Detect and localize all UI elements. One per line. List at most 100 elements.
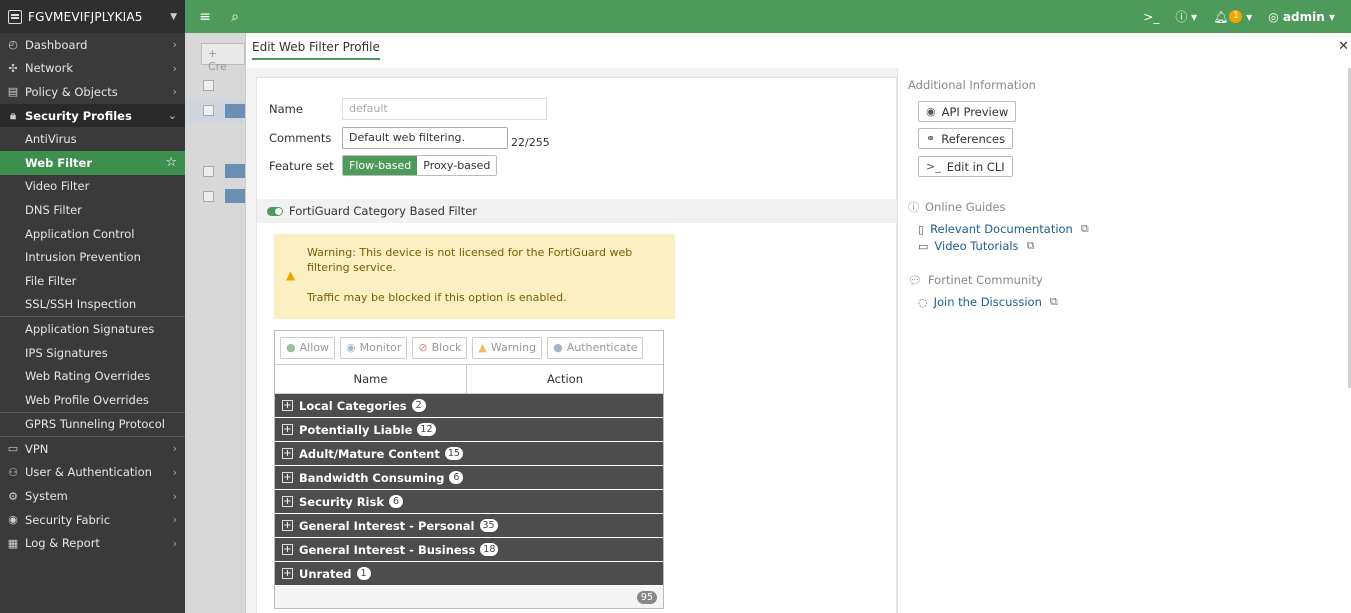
sidebar-item-network[interactable]: ✣ Network › <box>0 57 185 81</box>
user-menu[interactable]: ◎ admin ▾ <box>1268 10 1335 24</box>
create-new-button[interactable]: + Cre <box>201 43 245 73</box>
user-circle-icon: ◎ <box>1268 9 1283 24</box>
cli-console-icon[interactable]: >_ <box>1143 10 1159 24</box>
sidebar-item-ips-signatures[interactable]: IPS Signatures <box>0 341 185 365</box>
expand-icon[interactable]: + <box>282 448 293 459</box>
online-guides-header: ⓘ Online Guides <box>908 200 1006 214</box>
chevron-right-icon: › <box>172 465 177 479</box>
sidebar-item-dashboard[interactable]: ◴ Dashboard › <box>0 33 185 57</box>
external-link-icon: ⧉ <box>1026 239 1035 252</box>
expand-icon[interactable]: + <box>282 496 293 507</box>
api-preview-button[interactable]: ◉ API Preview <box>918 101 1017 122</box>
sidebar-item-vpn[interactable]: ▭ VPN › <box>0 437 185 461</box>
category-group-row[interactable]: + Security Risk 6 <box>275 490 663 514</box>
row-checkbox[interactable] <box>203 191 214 202</box>
expand-icon[interactable]: + <box>282 400 293 411</box>
authenticate-button[interactable]: ● Authenticate <box>547 336 644 359</box>
allow-button[interactable]: ● Allow <box>280 336 335 359</box>
user-icon: ● <box>553 341 563 354</box>
warning-icon: ▲ <box>286 268 296 282</box>
sidebar-item-application-control[interactable]: Application Control <box>0 222 185 246</box>
search-icon[interactable]: ⌕ <box>225 9 245 25</box>
close-icon[interactable]: ✕ <box>1338 39 1349 54</box>
fortiguard-toggle[interactable] <box>267 206 283 216</box>
device-icon <box>8 9 22 24</box>
expand-icon[interactable]: + <box>282 424 293 435</box>
sidebar-item-gprs-tunneling[interactable]: GPRS Tunneling Protocol <box>0 413 185 437</box>
notifications-button[interactable]: 🔔︎ 1 ▾ <box>1213 10 1252 24</box>
monitor-button[interactable]: ◉ Monitor <box>339 336 408 359</box>
count-badge: 2 <box>411 399 426 412</box>
warning-text: Warning: This device is not licensed for… <box>307 246 633 274</box>
category-group-row[interactable]: + Potentially Liable 12 <box>275 418 663 442</box>
category-group-row[interactable]: + Local Categories 2 <box>275 394 663 418</box>
relevant-documentation-link[interactable]: ▯ Relevant Documentation ⧉ <box>918 222 1089 236</box>
sidebar-item-antivirus[interactable]: AntiVirus <box>0 127 185 151</box>
edit-web-filter-modal: Edit Web Filter Profile ✕ Name default C… <box>245 33 1351 613</box>
proxy-based-button[interactable]: Proxy-based <box>417 156 497 175</box>
name-label: Name <box>269 102 303 116</box>
expand-icon[interactable]: + <box>282 472 293 483</box>
count-badge: 1 <box>356 567 371 580</box>
chevron-right-icon: › <box>172 38 177 52</box>
name-row: Name default <box>269 98 547 120</box>
category-group-row[interactable]: + Bandwidth Consuming 6 <box>275 466 663 490</box>
sidebar-item-file-filter[interactable]: File Filter <box>0 269 185 293</box>
network-icon: ✣ <box>8 61 18 75</box>
sidebar-item-application-signatures[interactable]: Application Signatures <box>0 317 185 341</box>
additional-info-panel: Additional Information ◉ API Preview ⚭ Ref… <box>897 68 1351 613</box>
table-header: Name Action <box>275 365 663 394</box>
top-bar: ≡ ⌕ >_ ⓘ ▾ 🔔︎ 1 ▾ ◎ admin ▾ <box>185 0 1351 33</box>
sidebar-item-log-report[interactable]: ▦ Log & Report › <box>0 531 185 555</box>
modal-body: Name default Comments Default web filter… <box>246 68 1351 613</box>
fortiguard-filter-label: FortiGuard Category Based Filter <box>289 204 478 218</box>
sidebar-item-web-profile-overrides[interactable]: Web Profile Overrides <box>0 388 185 412</box>
block-button[interactable]: ⊘ Block <box>412 336 468 359</box>
expand-icon[interactable]: + <box>282 520 293 531</box>
expand-icon[interactable]: + <box>282 544 293 555</box>
category-group-row[interactable]: + General Interest - Personal 35 <box>275 514 663 538</box>
sidebar-item-policy-objects[interactable]: ▤ Policy & Objects › <box>0 80 185 104</box>
select-all-checkbox[interactable] <box>203 80 214 91</box>
warning-button[interactable]: ▲ Warning <box>472 336 543 359</box>
edit-in-cli-button[interactable]: >_ Edit in CLI <box>918 156 1013 177</box>
video-icon: ▭ <box>918 239 929 253</box>
join-discussion-link[interactable]: ◌ Join the Discussion ⧉ <box>918 295 1058 309</box>
device-name: FGVMEVIFJPLYKIA5 <box>28 9 143 24</box>
count-badge: 35 <box>479 519 498 532</box>
terminal-icon: >_ <box>926 160 941 173</box>
menu-icon[interactable]: ≡ <box>195 9 215 25</box>
row-checkbox[interactable] <box>203 105 214 116</box>
column-header-name[interactable]: Name <box>275 365 467 393</box>
category-filter-table: ● Allow ◉ Monitor ⊘ Block ▲ Warning ● Authent… <box>274 330 664 609</box>
flow-based-button[interactable]: Flow-based <box>343 156 418 175</box>
sidebar-item-web-filter[interactable]: Web Filter ☆ <box>0 150 185 175</box>
category-group-row[interactable]: + Unrated 1 <box>275 562 663 586</box>
comments-char-count: 22/255 <box>511 136 550 149</box>
sidebar-item-system[interactable]: ⚙ System › <box>0 484 185 508</box>
star-icon[interactable]: ☆ <box>165 155 177 170</box>
category-group-row[interactable]: + Adult/Mature Content 15 <box>275 442 663 466</box>
sidebar-item-user-authentication[interactable]: ⚇ User & Authentication › <box>0 461 185 485</box>
sidebar-item-video-filter[interactable]: Video Filter <box>0 175 185 199</box>
sidebar-item-dns-filter[interactable]: DNS Filter <box>0 198 185 222</box>
video-tutorials-link[interactable]: ▭ Video Tutorials ⧉ <box>918 239 1034 253</box>
category-group-row[interactable]: + General Interest - Business 18 <box>275 538 663 562</box>
chevron-down-icon: ▾ <box>1242 9 1253 24</box>
expand-icon[interactable]: + <box>282 568 293 579</box>
sidebar-item-security-fabric[interactable]: ◉ Security Fabric › <box>0 508 185 532</box>
sidebar-item-ssl-ssh-inspection[interactable]: SSL/SSH Inspection <box>0 293 185 317</box>
comments-textarea[interactable]: Default web filtering. <box>342 126 508 149</box>
count-badge: 15 <box>444 447 463 460</box>
background-list: + Cre <box>185 33 245 613</box>
device-selector[interactable]: FGVMEVIFJPLYKIA5 ▼ <box>0 0 185 33</box>
references-button[interactable]: ⚭ References <box>918 128 1014 149</box>
name-input[interactable]: default <box>342 98 547 120</box>
help-icon[interactable]: ⓘ ▾ <box>1175 8 1197 25</box>
row-checkbox[interactable] <box>203 166 214 177</box>
column-header-action[interactable]: Action <box>467 365 663 393</box>
sidebar-item-web-rating-overrides[interactable]: Web Rating Overrides <box>0 364 185 388</box>
book-icon: ▯ <box>918 222 925 236</box>
sidebar-item-intrusion-prevention[interactable]: Intrusion Prevention <box>0 245 185 269</box>
sidebar-item-security-profiles[interactable]: 🔒︎ Security Profiles ⌄ <box>0 103 185 128</box>
